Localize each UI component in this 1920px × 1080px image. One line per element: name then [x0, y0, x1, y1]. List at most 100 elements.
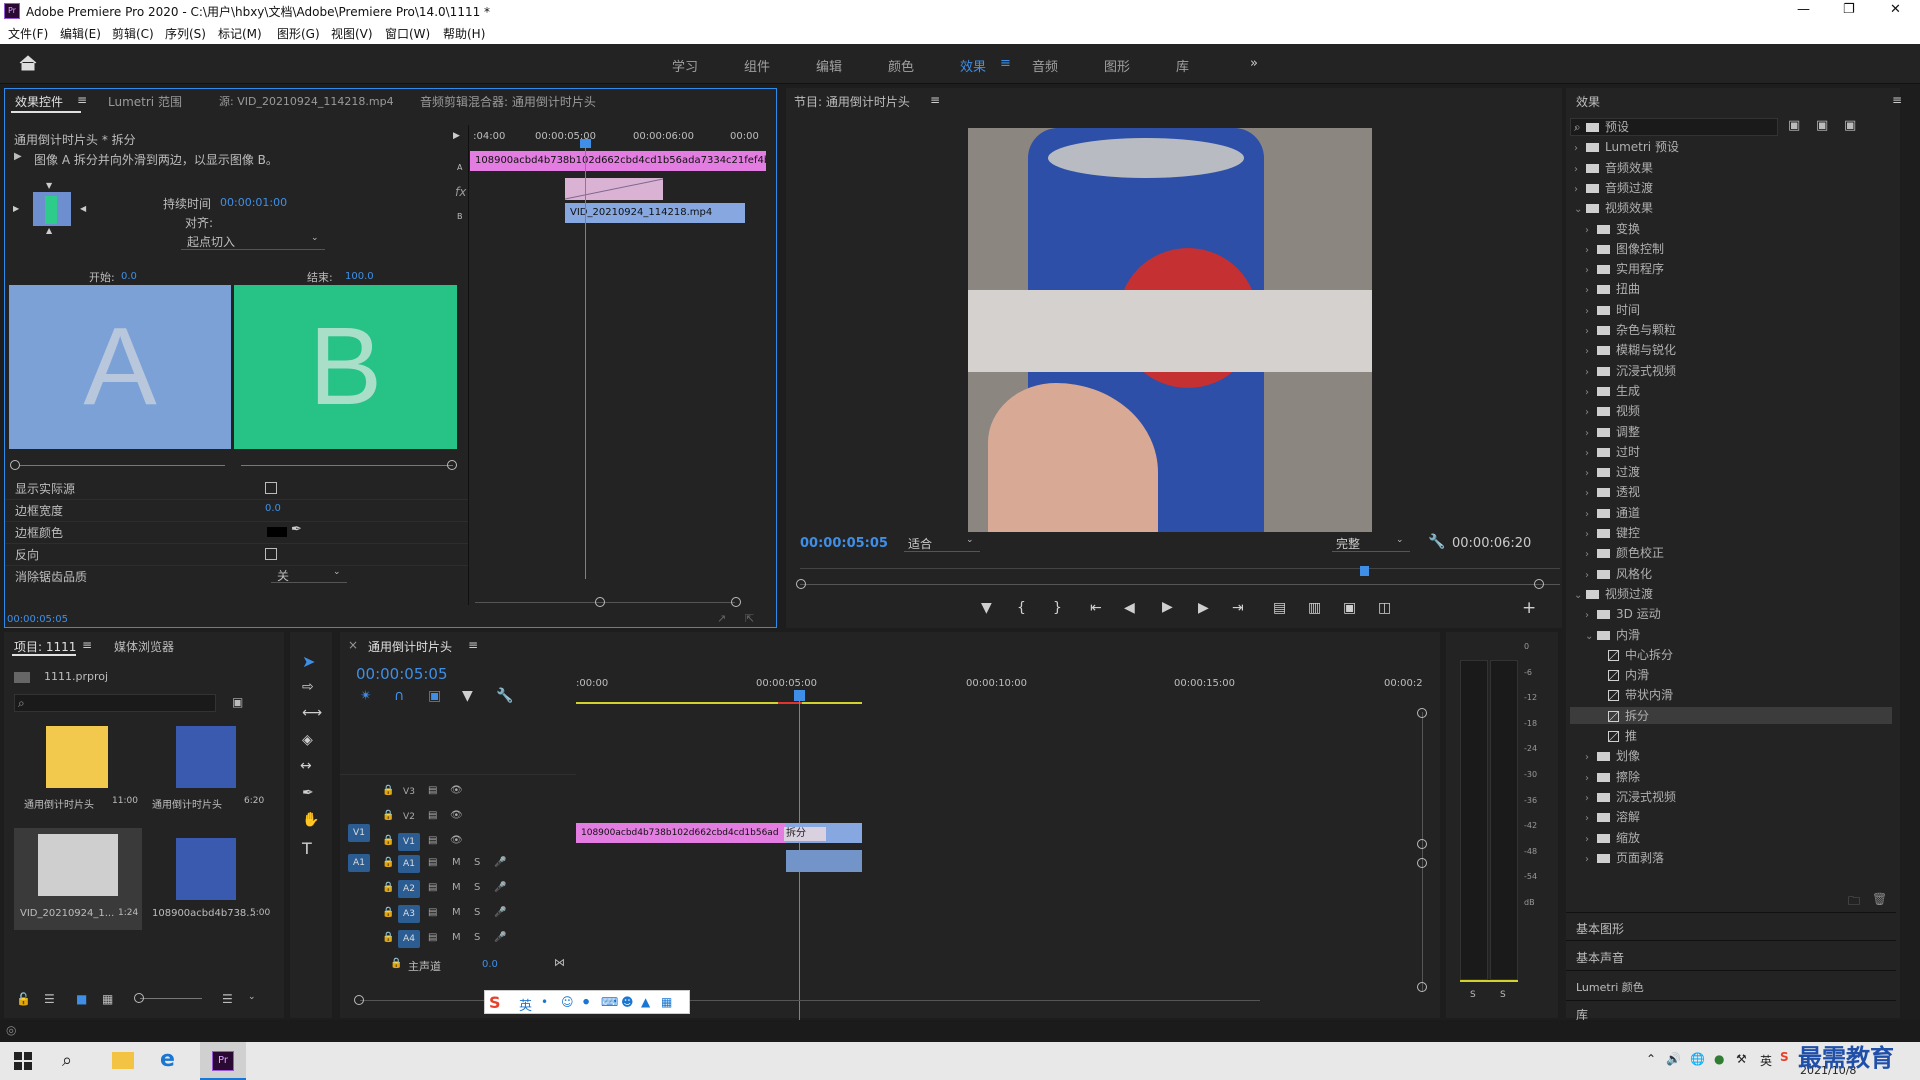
ec-transition-block[interactable]	[564, 178, 664, 200]
effect-folder[interactable]: › 视频	[1585, 402, 1892, 419]
pen-tool-icon[interactable]: ✒	[302, 785, 314, 801]
effect-folder[interactable]: › 时间	[1585, 301, 1892, 318]
keyboard-icon[interactable]: ⌨	[601, 995, 618, 1009]
collapse-arrow-icon[interactable]: ▶	[453, 131, 460, 141]
chevron-right-icon[interactable]: ›	[1585, 285, 1597, 296]
fit-dropdown[interactable]: 适合 ⌄	[904, 534, 980, 552]
quality-dropdown[interactable]: 完整 ⌄	[1332, 534, 1410, 552]
sort-icon[interactable]: ☰	[222, 992, 233, 1006]
effect-folder[interactable]: › 通道	[1585, 504, 1892, 521]
chevron-right-icon[interactable]: ›	[1585, 346, 1597, 357]
solo-left[interactable]: S	[1470, 990, 1476, 1000]
tab-audio-clip-mixer[interactable]: 音频剪辑混合器: 通用倒计时片头	[420, 93, 596, 110]
project-item-selected[interactable]: VID_20210924_1... 1:24	[14, 828, 142, 930]
program-scrollbar[interactable]	[800, 584, 1560, 585]
tab-lumetri-scopes[interactable]: Lumetri 范围	[108, 93, 182, 110]
project-item[interactable]: 108900acbd4b738... 5:00	[152, 838, 270, 938]
chevron-right-icon[interactable]: ›	[1585, 570, 1597, 581]
end-slider[interactable]	[241, 465, 453, 466]
workspace-graphics[interactable]: 图形	[1104, 56, 1130, 75]
align-dropdown[interactable]: 起点切入 ⌄	[181, 233, 325, 250]
scroll-handle-right[interactable]	[1534, 579, 1544, 589]
show-actual-sources-checkbox[interactable]	[265, 482, 277, 494]
track-target-a2[interactable]: A2	[398, 880, 420, 898]
program-timecode[interactable]: 00:00:05:05	[800, 536, 888, 551]
effect-item[interactable]: 内滑	[1596, 666, 1892, 683]
effect-folder[interactable]: ⌄ 视频效果	[1574, 199, 1892, 216]
timeline-clip-a1[interactable]	[786, 850, 862, 872]
effect-item[interactable]: 中心拆分	[1596, 646, 1892, 663]
menu-window[interactable]: 窗口(W)	[385, 25, 430, 42]
section-essential-graphics[interactable]: 基本图形	[1576, 920, 1624, 937]
effect-folder[interactable]: › 擦除	[1585, 768, 1892, 785]
section-essential-sound[interactable]: 基本声音	[1576, 949, 1624, 966]
solo-icon[interactable]: S	[474, 907, 480, 918]
chevron-right-icon[interactable]: ›	[1574, 184, 1586, 195]
lock-icon[interactable]: 🔒	[382, 932, 394, 943]
arrow-right-icon[interactable]: ◀	[80, 204, 86, 213]
sync-lock-icon[interactable]: ▤	[428, 907, 437, 918]
effect-folder[interactable]: › 生成	[1585, 382, 1892, 399]
add-marker-icon[interactable]: ▼	[462, 688, 473, 704]
chevron-right-icon[interactable]: ›	[1585, 448, 1597, 459]
wrench-icon[interactable]: 🔧	[496, 688, 513, 704]
tray-app-icon[interactable]: ●	[1714, 1052, 1724, 1066]
effect-folder[interactable]: › 颜色校正	[1585, 544, 1892, 561]
chevron-right-icon[interactable]: ›	[1585, 813, 1597, 824]
scroll-handle-mid2[interactable]	[1417, 858, 1427, 868]
effect-folder[interactable]: › 实用程序	[1585, 260, 1892, 277]
mark-out-icon[interactable]: }	[1053, 600, 1062, 616]
sync-lock-icon[interactable]: ▤	[428, 882, 437, 893]
voiceover-icon[interactable]: 🎤	[494, 857, 506, 868]
list-view-icon[interactable]: ☰	[44, 992, 55, 1006]
tab-media-browser[interactable]: 媒体浏览器	[114, 638, 174, 655]
menu-marker[interactable]: 标记(M)	[218, 25, 262, 42]
end-value[interactable]: 100.0	[345, 271, 374, 282]
play-icon[interactable]: ▶	[1162, 599, 1173, 615]
toolbox-icon[interactable]: ▦	[661, 995, 672, 1009]
mark-in-icon[interactable]: {	[1017, 600, 1026, 616]
chevron-right-icon[interactable]: ›	[1585, 488, 1597, 499]
nest-icon[interactable]: ✴	[360, 688, 372, 704]
close-icon[interactable]: ✕	[1890, 2, 1901, 17]
network-icon[interactable]: 🌐	[1690, 1052, 1705, 1066]
snap-icon[interactable]: ∩	[394, 688, 404, 704]
eyedropper-icon[interactable]: ✒	[291, 522, 302, 537]
track-target-a3[interactable]: A3	[398, 905, 420, 923]
selection-tool-icon[interactable]: ➤	[302, 652, 315, 671]
go-to-out-icon[interactable]: ⇥	[1232, 600, 1244, 616]
chevron-right-icon[interactable]: ›	[1585, 509, 1597, 520]
go-to-in-icon[interactable]: ⇤	[1090, 600, 1102, 616]
compare-view-icon[interactable]: ◫	[1378, 600, 1391, 616]
file-explorer-icon[interactable]	[112, 1052, 134, 1069]
step-forward-icon[interactable]: ▶	[1198, 600, 1209, 616]
type-tool-icon[interactable]: T	[302, 839, 312, 858]
scroll-handle-bottom[interactable]	[1417, 982, 1427, 992]
arrow-down-icon[interactable]: ▲	[46, 226, 52, 235]
lock-icon[interactable]: 🔓	[16, 992, 31, 1006]
arrow-left-icon[interactable]: ▶	[13, 204, 19, 213]
export-frame-icon[interactable]: ▣	[1343, 600, 1356, 616]
ec-zoom-bar[interactable]	[475, 602, 735, 603]
voice-icon[interactable]: ⚫	[581, 995, 591, 1009]
sogou-icon[interactable]: S	[489, 993, 501, 1012]
lock-icon[interactable]: 🔒	[382, 857, 394, 868]
tab-project[interactable]: 项目: 1111	[14, 638, 76, 655]
sync-lock-icon[interactable]: ▤	[428, 785, 437, 796]
eye-icon[interactable]: 👁	[450, 835, 463, 846]
solo-right[interactable]: S	[1500, 990, 1506, 1000]
panel-menu-icon[interactable]: ≡	[1892, 93, 1902, 107]
scroll-handle-left[interactable]	[796, 579, 806, 589]
split-transition-clip[interactable]: 拆分	[784, 827, 826, 841]
voiceover-icon[interactable]: 🎤	[494, 932, 506, 943]
skin-icon[interactable]: ▲	[641, 995, 650, 1009]
sogou-tray-icon[interactable]: S	[1780, 1050, 1789, 1064]
effect-folder[interactable]: › 过渡	[1585, 463, 1892, 480]
menu-clip[interactable]: 剪辑(C)	[112, 25, 154, 42]
ec-zoom-handle[interactable]	[595, 597, 605, 607]
eye-icon[interactable]: 👁	[450, 785, 463, 796]
program-ruler[interactable]	[800, 568, 1560, 569]
lock-icon[interactable]: 🔒	[382, 907, 394, 918]
close-icon[interactable]: ×	[348, 638, 358, 652]
zoom-slider-handle[interactable]	[134, 993, 144, 1003]
